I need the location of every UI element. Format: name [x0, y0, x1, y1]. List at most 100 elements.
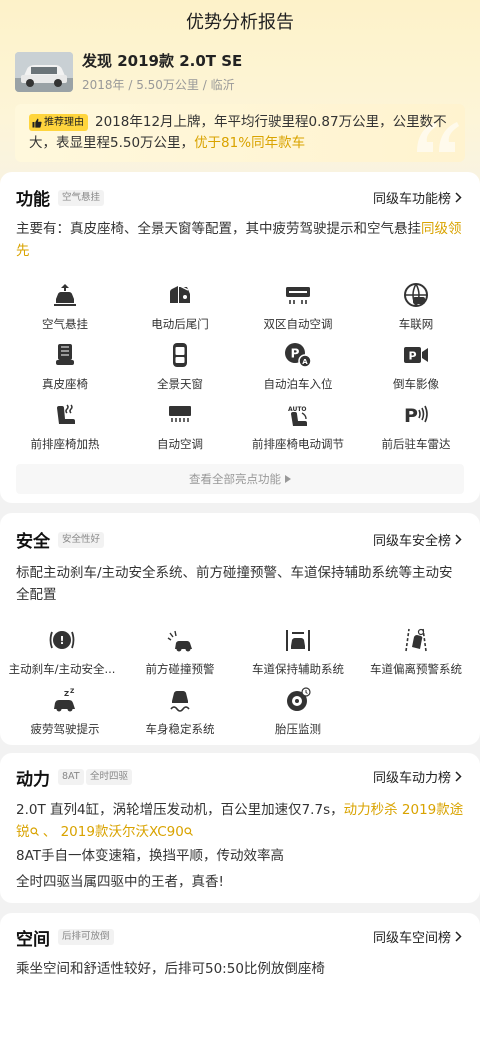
- space-section: 空间 后排可放倒 同级车空间榜 乘坐空间和舒适性较好，后排可50:50比例放倒座…: [0, 913, 480, 1038]
- compare-link-xc90[interactable]: 2019款沃尔沃XC90: [61, 824, 184, 840]
- safety-rank-label: 同级车安全榜: [372, 534, 451, 549]
- feature-connected-car[interactable]: 车联网: [356, 282, 476, 332]
- feature-label: 主动刹车/主动安全...: [8, 662, 116, 676]
- feature-label: 自动泊车入位: [263, 377, 333, 391]
- feature-power-seat-adjust[interactable]: AUTO 前排座椅电动调节: [238, 402, 358, 452]
- feature-lane-departure[interactable]: 车道偏离预警系统: [356, 627, 476, 677]
- svg-text:A: A: [302, 358, 308, 366]
- recommend-tag-label: 推荐理由: [44, 117, 84, 128]
- function-rank-link[interactable]: 同级车功能榜: [373, 188, 462, 207]
- chevron-right-icon: [455, 534, 462, 545]
- auto-ac-icon: [169, 406, 191, 422]
- section-title-safety: 安全: [16, 532, 50, 552]
- view-all-features-button[interactable]: 查看全部亮点功能: [16, 464, 464, 494]
- feature-parking-radar[interactable]: P 前后驻车雷达: [356, 402, 476, 452]
- feature-lane-keeping[interactable]: 车道保持辅助系统: [238, 627, 358, 677]
- drivetrain-badge: 全时四驱: [86, 769, 133, 785]
- feature-auto-ac[interactable]: 自动空调: [120, 402, 240, 452]
- chevron-right-icon: [455, 931, 462, 942]
- power-section: 动力 8AT 全时四驱 同级车动力榜 2.0T 直列4缸，涡轮增压发动机，百公里…: [0, 753, 480, 903]
- feature-dual-zone-ac[interactable]: 双区自动空调: [238, 282, 358, 332]
- search-icon[interactable]: [29, 827, 39, 836]
- power-desc-drivetrain: 全时四驱当属四驱中的王者，真香!: [16, 874, 224, 890]
- function-section: 功能 空气悬挂 同级车功能榜 主要有：真皮座椅、全景天窗等配置，其中疲劳驾驶提示…: [0, 172, 480, 503]
- space-badge: 后排可放倒: [58, 929, 114, 945]
- stability-control-icon: [170, 691, 190, 712]
- function-badge: 空气悬挂: [58, 190, 105, 206]
- fatigue-alert-icon: Z Z: [54, 688, 75, 712]
- car-meta: 2018年 / 5.50万公里 / 临沂: [82, 78, 235, 92]
- parking-radar-icon: P: [404, 405, 428, 427]
- feature-power-tailgate[interactable]: 电动后尾门: [120, 282, 240, 332]
- tire-pressure-icon: [287, 687, 311, 711]
- reason-text: 2018年12月上牌，年平均行驶里程0.87万公里，公里数不大，表显里程5.50…: [29, 114, 447, 151]
- svg-text:AUTO: AUTO: [288, 406, 307, 413]
- feature-air-suspension[interactable]: 空气悬挂: [5, 282, 125, 332]
- safety-section: 安全 安全性好 同级车安全榜 标配主动刹车/主动安全系统、前方碰撞预警、车道保持…: [0, 513, 480, 745]
- auto-parking-icon: P A: [285, 343, 312, 368]
- feature-label: 车身稳定系统: [145, 722, 215, 736]
- feature-label: 前排座椅加热: [30, 437, 100, 451]
- space-rank-link[interactable]: 同级车空间榜: [373, 927, 462, 946]
- chevron-right-icon: [455, 771, 462, 782]
- power-tailgate-icon: [170, 285, 190, 303]
- feature-stability-control[interactable]: 车身稳定系统: [120, 687, 240, 737]
- feature-collision-warning[interactable]: 前方碰撞预警: [120, 627, 240, 677]
- feature-label: 双区自动空调: [263, 317, 333, 331]
- view-all-label: 查看全部亮点功能: [189, 472, 281, 486]
- feature-seat-heating[interactable]: 前排座椅加热: [5, 402, 125, 452]
- section-title-power: 动力: [16, 770, 50, 790]
- connected-car-icon: [404, 283, 428, 307]
- feature-auto-parking[interactable]: P A 自动泊车入位: [238, 342, 358, 392]
- feature-label: 前排座椅电动调节: [252, 437, 344, 451]
- thumbs-up-icon: [32, 118, 42, 128]
- feature-label: 车道偏离预警系统: [370, 662, 462, 676]
- feature-label: 车联网: [398, 317, 434, 331]
- car-name[interactable]: 发现 2019款 2.0T SE: [82, 50, 242, 71]
- feature-label: 全景天窗: [157, 377, 203, 391]
- feature-fatigue-alert[interactable]: Z Z 疲劳驾驶提示: [5, 687, 125, 737]
- air-suspension-icon: [54, 284, 76, 306]
- feature-label: 倒车影像: [393, 377, 439, 391]
- chevron-right-icon: [455, 192, 462, 203]
- recommend-reason: 2018年12月上牌，年平均行驶里程0.87万公里，公里数不大，表显里程5.50…: [15, 104, 465, 162]
- report-header: 优势分析报告 发现 2019款 2.0T SE 2018年 / 5.50万公里 …: [0, 0, 480, 200]
- space-desc: 乘坐空间和舒适性较好，后排可50:50比例放倒座椅: [16, 961, 325, 977]
- power-rank-link[interactable]: 同级车动力榜: [373, 767, 462, 786]
- collision-warning-icon: [167, 630, 192, 652]
- feature-reverse-camera[interactable]: P 倒车影像: [356, 342, 476, 392]
- feature-label: 真皮座椅: [42, 377, 88, 391]
- feature-leather-seat[interactable]: 真皮座椅: [5, 342, 125, 392]
- search-icon[interactable]: [184, 827, 193, 836]
- power-rank-label: 同级车动力榜: [372, 771, 451, 786]
- feature-label: 疲劳驾驶提示: [30, 722, 100, 736]
- feature-label: 空气悬挂: [42, 317, 88, 331]
- space-rank-label: 同级车空间榜: [372, 931, 451, 946]
- svg-text:Z: Z: [64, 690, 69, 698]
- feature-active-brake[interactable]: ! 主动刹车/主动安全...: [2, 627, 122, 677]
- svg-text:P: P: [404, 405, 418, 427]
- caret-right-icon: [285, 475, 291, 483]
- power-seat-adjust-icon: AUTO: [288, 406, 307, 426]
- seat-heating-icon: [57, 404, 75, 424]
- safety-rank-link[interactable]: 同级车安全榜: [373, 530, 462, 549]
- power-desc-engine: 2.0T 直列4缸，涡轮增压发动机，百公里加速仅7.7s，动力秒杀 2019款途…: [16, 802, 464, 840]
- page-title: 优势分析报告: [186, 12, 294, 33]
- function-rank-label: 同级车功能榜: [372, 192, 451, 207]
- svg-text:P: P: [408, 350, 416, 363]
- leather-seat-icon: [56, 344, 74, 365]
- feature-tire-pressure[interactable]: 胎压监测: [238, 687, 358, 737]
- safety-desc: 标配主动刹车/主动安全系统、前方碰撞预警、车道保持辅助系统等主动安全配置: [16, 565, 453, 603]
- svg-text:P: P: [291, 347, 300, 361]
- feature-label: 前方碰撞预警: [145, 662, 215, 676]
- car-thumbnail[interactable]: [15, 52, 73, 92]
- reverse-camera-icon: P: [404, 347, 428, 363]
- svg-text:Z: Z: [70, 688, 75, 695]
- power-desc-transmission: 8AT手自一体变速箱，换挡平顺，传动效率高: [16, 848, 285, 864]
- recommend-tag: 推荐理由: [29, 114, 88, 131]
- lane-departure-icon: [405, 628, 427, 652]
- feature-label: 电动后尾门: [151, 317, 209, 331]
- lane-keeping-icon: [286, 630, 310, 651]
- section-title-space: 空间: [16, 930, 50, 950]
- feature-panoramic-sunroof[interactable]: 全景天窗: [120, 342, 240, 392]
